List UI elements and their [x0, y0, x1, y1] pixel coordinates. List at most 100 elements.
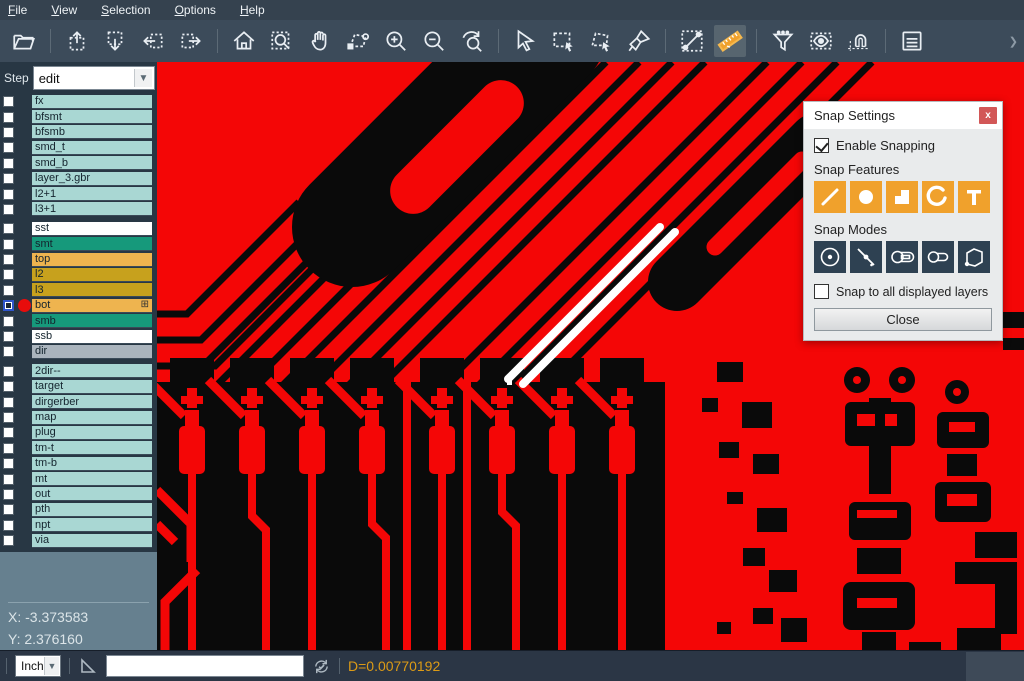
view-box-button[interactable] [805, 25, 837, 57]
layer-row[interactable]: map [0, 410, 157, 425]
layer-label[interactable]: top [32, 253, 152, 267]
layer-checkbox[interactable] [3, 474, 14, 485]
zoom-in-button[interactable] [380, 25, 412, 57]
layer-checkbox[interactable] [3, 316, 14, 327]
menu-view[interactable]: View [51, 3, 77, 17]
menu-selection[interactable]: Selection [101, 3, 150, 17]
command-input[interactable] [106, 655, 304, 677]
layer-row[interactable]: fx [0, 94, 157, 109]
layer-checkbox[interactable] [3, 254, 14, 265]
menu-file[interactable]: File [8, 3, 27, 17]
layer-checkbox[interactable] [3, 427, 14, 438]
layer-row[interactable]: target [0, 379, 157, 394]
layer-checkbox[interactable] [3, 112, 14, 123]
layer-row[interactable]: via [0, 533, 157, 548]
layer-row[interactable]: bfsmt [0, 109, 157, 124]
layer-row[interactable]: pth [0, 502, 157, 517]
layer-row[interactable]: dir [0, 344, 157, 359]
brush-button[interactable] [623, 25, 655, 57]
layer-checkbox[interactable] [3, 269, 14, 280]
layer-row[interactable]: mt [0, 471, 157, 486]
snap-magnet-button[interactable] [843, 25, 875, 57]
layer-label[interactable]: fx [32, 95, 152, 109]
snap-center-button[interactable] [814, 241, 846, 273]
measure-line-button[interactable] [676, 25, 708, 57]
select-rect-button[interactable] [547, 25, 579, 57]
send-right-button[interactable] [175, 25, 207, 57]
dialog-title-bar[interactable]: Snap Settings x [804, 102, 1002, 129]
layer-label[interactable]: l3 [32, 283, 152, 297]
dialog-close-icon[interactable]: x [979, 107, 997, 124]
layer-row[interactable]: l2 [0, 267, 157, 282]
layer-checkbox[interactable] [3, 535, 14, 546]
layer-checkbox[interactable] [3, 204, 14, 215]
snap-surface-button[interactable] [886, 181, 918, 213]
layer-checkbox[interactable] [3, 223, 14, 234]
snap-all-layers-checkbox[interactable] [814, 284, 829, 299]
layer-row[interactable]: l3 [0, 283, 157, 298]
snap-slot-end-button[interactable] [886, 241, 918, 273]
layer-label[interactable]: smd_t [32, 141, 152, 155]
layer-row[interactable]: l3+1 [0, 202, 157, 217]
menu-help[interactable]: Help [240, 3, 265, 17]
enable-snapping-checkbox[interactable] [814, 138, 829, 153]
select-cursor-button[interactable] [509, 25, 541, 57]
menu-options[interactable]: Options [175, 3, 216, 17]
snap-pad-button[interactable] [850, 181, 882, 213]
layers-panel-button[interactable] [896, 25, 928, 57]
layer-label[interactable]: tm-t [32, 441, 152, 455]
measure-ruler-button[interactable] [714, 25, 746, 57]
layer-label[interactable]: l2 [32, 268, 152, 282]
layer-checkbox[interactable] [3, 142, 14, 153]
layer-label[interactable]: sst [32, 222, 152, 236]
layer-checkbox[interactable] [3, 504, 14, 515]
layer-label[interactable]: smd_b [32, 156, 152, 170]
layer-label[interactable]: l2+1 [32, 187, 152, 201]
layer-row[interactable]: smd_t [0, 140, 157, 155]
layer-label[interactable]: 2dir-- [32, 364, 152, 378]
snap-arc-button[interactable] [922, 181, 954, 213]
layer-label[interactable]: dir [32, 345, 152, 359]
layer-row[interactable]: ssb [0, 329, 157, 344]
layer-checkbox[interactable] [3, 189, 14, 200]
layer-label[interactable]: tm-b [32, 457, 152, 471]
angle-mode-icon[interactable] [78, 656, 98, 676]
layer-row[interactable]: bfsmb [0, 125, 157, 140]
layer-checkbox[interactable] [3, 489, 14, 500]
layer-checkbox[interactable] [3, 412, 14, 423]
layer-label[interactable]: bfsmb [32, 125, 152, 139]
layer-label[interactable]: ssb [32, 330, 152, 344]
layer-label[interactable]: npt [32, 518, 152, 532]
layer-checkbox[interactable] [3, 346, 14, 357]
zoom-polygon-button[interactable] [342, 25, 374, 57]
layer-checkbox[interactable] [3, 381, 14, 392]
layer-row[interactable]: smt [0, 237, 157, 252]
zoom-window-button[interactable] [266, 25, 298, 57]
snap-all-layers-row[interactable]: Snap to all displayed layers [814, 284, 992, 299]
layer-row[interactable]: smb [0, 313, 157, 328]
layer-checkbox[interactable] [3, 520, 14, 531]
send-bottom-button[interactable] [99, 25, 131, 57]
layer-checkbox[interactable] [3, 331, 14, 342]
layer-checkbox[interactable] [3, 285, 14, 296]
layer-row[interactable]: sst [0, 221, 157, 236]
layer-checkbox[interactable] [3, 127, 14, 138]
layer-checkbox[interactable] [3, 397, 14, 408]
step-select[interactable]: edit ▼ [33, 66, 155, 90]
layer-row[interactable]: smd_b [0, 156, 157, 171]
layer-label[interactable]: l3+1 [32, 202, 152, 216]
layer-label[interactable]: target [32, 380, 152, 394]
layer-row[interactable]: top [0, 252, 157, 267]
filter-button[interactable] [767, 25, 799, 57]
open-folder-button[interactable] [8, 25, 40, 57]
unit-select[interactable]: Inch ▼ [15, 655, 61, 677]
layer-label[interactable]: bot⊞ [32, 299, 152, 313]
toolbar-overflow-chevron[interactable]: ❯ [1009, 35, 1018, 48]
layer-label[interactable]: plug [32, 426, 152, 440]
select-polygon-button[interactable] [585, 25, 617, 57]
zoom-previous-button[interactable] [456, 25, 488, 57]
layer-row[interactable]: tm-t [0, 441, 157, 456]
snap-vertex-button[interactable] [958, 241, 990, 273]
layer-row-selected[interactable]: bot⊞ [0, 298, 157, 313]
layer-label[interactable]: pth [32, 503, 152, 517]
